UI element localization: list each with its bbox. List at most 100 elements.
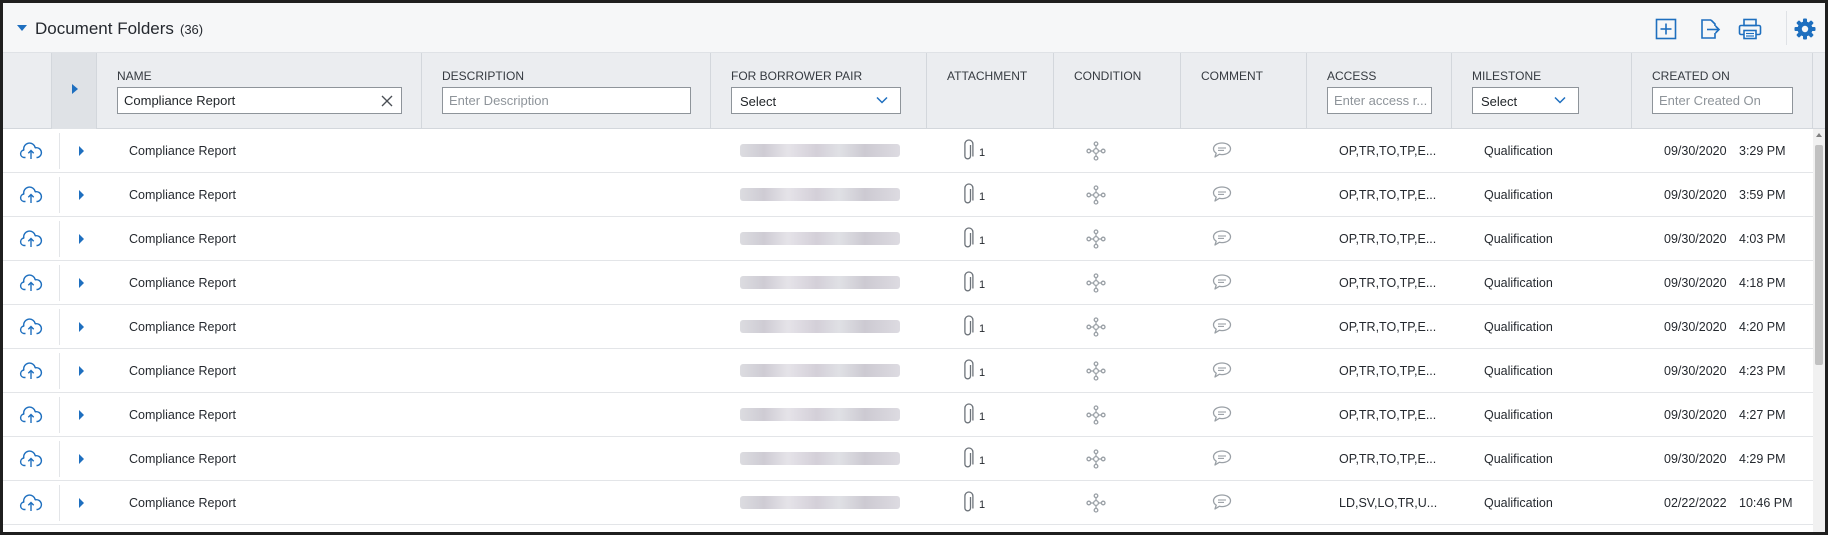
- row-name: Compliance Report: [129, 408, 236, 422]
- row-created-time: 4:03 PM: [1739, 232, 1786, 246]
- row-divider: [59, 485, 60, 521]
- table-row[interactable]: Compliance Report 1 OP,TR,TO,TP,E... Qua…: [3, 393, 1813, 437]
- row-access: LD,SV,LO,TR,U...: [1339, 496, 1438, 510]
- condition-icon[interactable]: [1086, 493, 1106, 513]
- attachment-count: 1: [979, 235, 986, 247]
- cloud-upload-icon[interactable]: [19, 318, 43, 336]
- row-created-date: 09/30/2020: [1664, 320, 1727, 334]
- add-icon[interactable]: [1654, 17, 1678, 41]
- table-row[interactable]: Compliance Report 1 OP,TR,TO,TP,E... Qua…: [3, 129, 1813, 173]
- vertical-scrollbar[interactable]: [1813, 129, 1825, 532]
- paperclip-icon[interactable]: [961, 359, 975, 383]
- condition-icon[interactable]: [1086, 141, 1106, 161]
- expand-row-icon[interactable]: [79, 410, 84, 420]
- borrower-pair-value-redacted: [740, 188, 900, 201]
- row-milestone: Qualification: [1484, 188, 1553, 202]
- paperclip-icon[interactable]: [961, 491, 975, 515]
- row-name: Compliance Report: [129, 320, 236, 334]
- expand-row-icon[interactable]: [79, 498, 84, 508]
- condition-icon[interactable]: [1086, 185, 1106, 205]
- row-created-date: 09/30/2020: [1664, 188, 1727, 202]
- description-filter-input[interactable]: Enter Description: [442, 87, 691, 114]
- row-created-time: 4:18 PM: [1739, 276, 1786, 290]
- row-divider: [59, 353, 60, 389]
- cloud-upload-icon[interactable]: [19, 494, 43, 512]
- milestone-select[interactable]: Select: [1472, 87, 1579, 114]
- expand-row-icon[interactable]: [79, 322, 84, 332]
- comment-icon[interactable]: [1211, 229, 1233, 247]
- comment-icon[interactable]: [1211, 405, 1233, 423]
- column-attachment-label: ATTACHMENT: [947, 69, 1028, 83]
- toolbar-divider: [1786, 11, 1787, 45]
- condition-icon[interactable]: [1086, 273, 1106, 293]
- cloud-upload-icon[interactable]: [19, 142, 43, 160]
- row-divider: [59, 177, 60, 213]
- comment-icon[interactable]: [1211, 273, 1233, 291]
- condition-icon[interactable]: [1086, 449, 1106, 469]
- row-access: OP,TR,TO,TP,E...: [1339, 452, 1437, 466]
- cloud-upload-icon[interactable]: [19, 362, 43, 380]
- collapse-caret-icon[interactable]: [17, 25, 27, 31]
- column-borrower-pair-label: FOR BORROWER PAIR: [731, 69, 863, 83]
- cloud-upload-icon[interactable]: [19, 450, 43, 468]
- comment-icon[interactable]: [1211, 141, 1233, 159]
- expand-row-icon[interactable]: [79, 234, 84, 244]
- condition-icon[interactable]: [1086, 229, 1106, 249]
- borrower-pair-select[interactable]: Select: [731, 87, 901, 114]
- condition-icon[interactable]: [1086, 317, 1106, 337]
- cloud-upload-icon[interactable]: [19, 274, 43, 292]
- print-icon[interactable]: [1737, 17, 1763, 41]
- comment-icon[interactable]: [1211, 185, 1233, 203]
- access-filter-input[interactable]: Enter access r...: [1327, 87, 1432, 114]
- attachment-count: 1: [979, 279, 986, 291]
- cloud-upload-icon[interactable]: [19, 230, 43, 248]
- paperclip-icon[interactable]: [961, 271, 975, 295]
- table-body: Compliance Report 1 OP,TR,TO,TP,E... Qua…: [3, 129, 1813, 525]
- row-milestone: Qualification: [1484, 364, 1553, 378]
- document-folders-panel: Document Folders (36) NAME Compliance Re…: [0, 0, 1828, 535]
- created-on-filter-input[interactable]: Enter Created On: [1652, 87, 1793, 114]
- paperclip-icon[interactable]: [961, 183, 975, 207]
- cloud-upload-icon[interactable]: [19, 186, 43, 204]
- paperclip-icon[interactable]: [961, 447, 975, 471]
- table-row[interactable]: Compliance Report 1 OP,TR,TO,TP,E... Qua…: [3, 261, 1813, 305]
- expand-row-icon[interactable]: [79, 454, 84, 464]
- row-created-time: 4:23 PM: [1739, 364, 1786, 378]
- cloud-upload-icon[interactable]: [19, 406, 43, 424]
- clear-icon[interactable]: [381, 95, 393, 107]
- row-name: Compliance Report: [129, 188, 236, 202]
- paperclip-icon[interactable]: [961, 139, 975, 163]
- table-row[interactable]: Compliance Report 1 OP,TR,TO,TP,E... Qua…: [3, 305, 1813, 349]
- table-row[interactable]: Compliance Report 1 OP,TR,TO,TP,E... Qua…: [3, 173, 1813, 217]
- table-row[interactable]: Compliance Report 1 OP,TR,TO,TP,E... Qua…: [3, 437, 1813, 481]
- table-row[interactable]: Compliance Report 1 OP,TR,TO,TP,E... Qua…: [3, 349, 1813, 393]
- expand-all-icon[interactable]: [72, 84, 78, 94]
- comment-icon[interactable]: [1211, 449, 1233, 467]
- comment-icon[interactable]: [1211, 361, 1233, 379]
- paperclip-icon[interactable]: [961, 403, 975, 427]
- column-condition: CONDITION: [1054, 53, 1181, 129]
- column-condition-label: CONDITION: [1074, 69, 1142, 83]
- row-milestone: Qualification: [1484, 320, 1553, 334]
- table-row[interactable]: Compliance Report 1 LD,SV,LO,TR,U... Qua…: [3, 481, 1813, 525]
- expand-row-icon[interactable]: [79, 190, 84, 200]
- condition-icon[interactable]: [1086, 405, 1106, 425]
- expand-row-icon[interactable]: [79, 146, 84, 156]
- table-row[interactable]: Compliance Report 1 OP,TR,TO,TP,E... Qua…: [3, 217, 1813, 261]
- name-filter-input[interactable]: Compliance Report: [117, 87, 402, 114]
- row-created-time: 4:20 PM: [1739, 320, 1786, 334]
- paperclip-icon[interactable]: [961, 315, 975, 339]
- settings-icon[interactable]: [1793, 17, 1817, 41]
- attachment-count: 1: [979, 499, 986, 511]
- expand-row-icon[interactable]: [79, 278, 84, 288]
- comment-icon[interactable]: [1211, 317, 1233, 335]
- scroll-up-icon[interactable]: [1816, 133, 1822, 137]
- expand-row-icon[interactable]: [79, 366, 84, 376]
- paperclip-icon[interactable]: [961, 227, 975, 251]
- export-icon[interactable]: [1697, 17, 1721, 41]
- scrollbar-thumb[interactable]: [1815, 145, 1823, 365]
- condition-icon[interactable]: [1086, 361, 1106, 381]
- expand-all-column[interactable]: [51, 53, 97, 129]
- comment-icon[interactable]: [1211, 493, 1233, 511]
- milestone-selected: Select: [1481, 94, 1518, 109]
